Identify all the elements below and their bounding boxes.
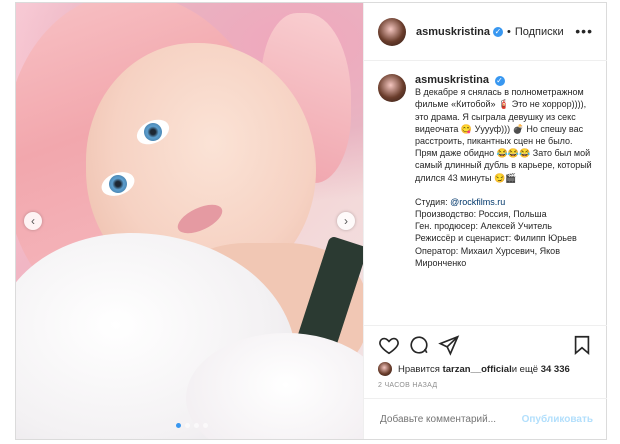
carousel-dot bbox=[185, 423, 190, 428]
avatar[interactable] bbox=[378, 74, 406, 102]
prev-arrow-icon[interactable]: ‹ bbox=[24, 212, 42, 230]
likes-user[interactable]: tarzan__official bbox=[443, 364, 512, 375]
action-bar bbox=[364, 325, 607, 362]
post-header: asmuskristina ✓ • Подписки ••• bbox=[364, 3, 607, 61]
prev-arrow-glyph: ‹ bbox=[31, 214, 35, 228]
likes-prefix: Нравится bbox=[398, 363, 440, 375]
comment-bar: Опубликовать bbox=[364, 398, 607, 440]
post-time[interactable]: 2 ЧАСОВ НАЗАД bbox=[378, 382, 437, 389]
caption-producer: Ген. продюсер: Алексей Учитель bbox=[415, 221, 552, 232]
heart-icon[interactable] bbox=[378, 334, 400, 356]
carousel-dot bbox=[176, 423, 181, 428]
more-icon[interactable]: ••• bbox=[575, 23, 593, 39]
publish-button[interactable]: Опубликовать bbox=[522, 414, 593, 425]
save-icon[interactable] bbox=[571, 334, 593, 356]
post-side-panel: asmuskristina ✓ • Подписки ••• asmuskris… bbox=[363, 3, 607, 439]
next-arrow-glyph: › bbox=[344, 214, 348, 228]
post-photo[interactable]: ‹ › bbox=[16, 3, 363, 439]
comment-icon[interactable] bbox=[408, 334, 430, 356]
studio-label: Студия: bbox=[415, 196, 451, 207]
caption-text: asmuskristina ✓ В декабре я снялась в по… bbox=[415, 74, 597, 269]
carousel-dot bbox=[203, 423, 208, 428]
header-separator: • bbox=[506, 25, 511, 38]
share-icon[interactable] bbox=[438, 334, 460, 356]
comment-input[interactable] bbox=[378, 413, 522, 426]
caption-body: В декабре я снялась в полнометражном фил… bbox=[415, 87, 592, 183]
verified-icon: ✓ bbox=[492, 26, 503, 37]
caption-director: Режиссёр и сценарист: Филипп Юрьев bbox=[415, 233, 577, 244]
follow-button[interactable]: Подписки bbox=[515, 26, 564, 38]
avatar[interactable] bbox=[378, 362, 392, 376]
instagram-post: ‹ › asmuskristina ✓ • Подписки ••• asmus… bbox=[15, 2, 607, 440]
likes-middle: и ещё bbox=[511, 363, 539, 375]
verified-icon: ✓ bbox=[494, 75, 505, 86]
caption-production: Производство: Россия, Польша bbox=[415, 209, 547, 220]
header-username[interactable]: asmuskristina bbox=[416, 26, 490, 38]
carousel-dots bbox=[176, 423, 208, 428]
avatar[interactable] bbox=[378, 17, 406, 46]
likes-line: Нравится tarzan__official и ещё 34 336 bbox=[378, 362, 570, 376]
caption-username[interactable]: asmuskristina bbox=[415, 74, 489, 86]
likes-count[interactable]: 34 336 bbox=[541, 364, 570, 375]
carousel-dot bbox=[194, 423, 199, 428]
caption-operator: Оператор: Михаил Хурсевич, Яков Мирончен… bbox=[415, 245, 560, 268]
caption-area: asmuskristina ✓ В декабре я снялась в по… bbox=[364, 60, 607, 322]
studio-link[interactable]: @rockfilms.ru bbox=[450, 197, 505, 207]
next-arrow-icon[interactable]: › bbox=[337, 212, 355, 230]
